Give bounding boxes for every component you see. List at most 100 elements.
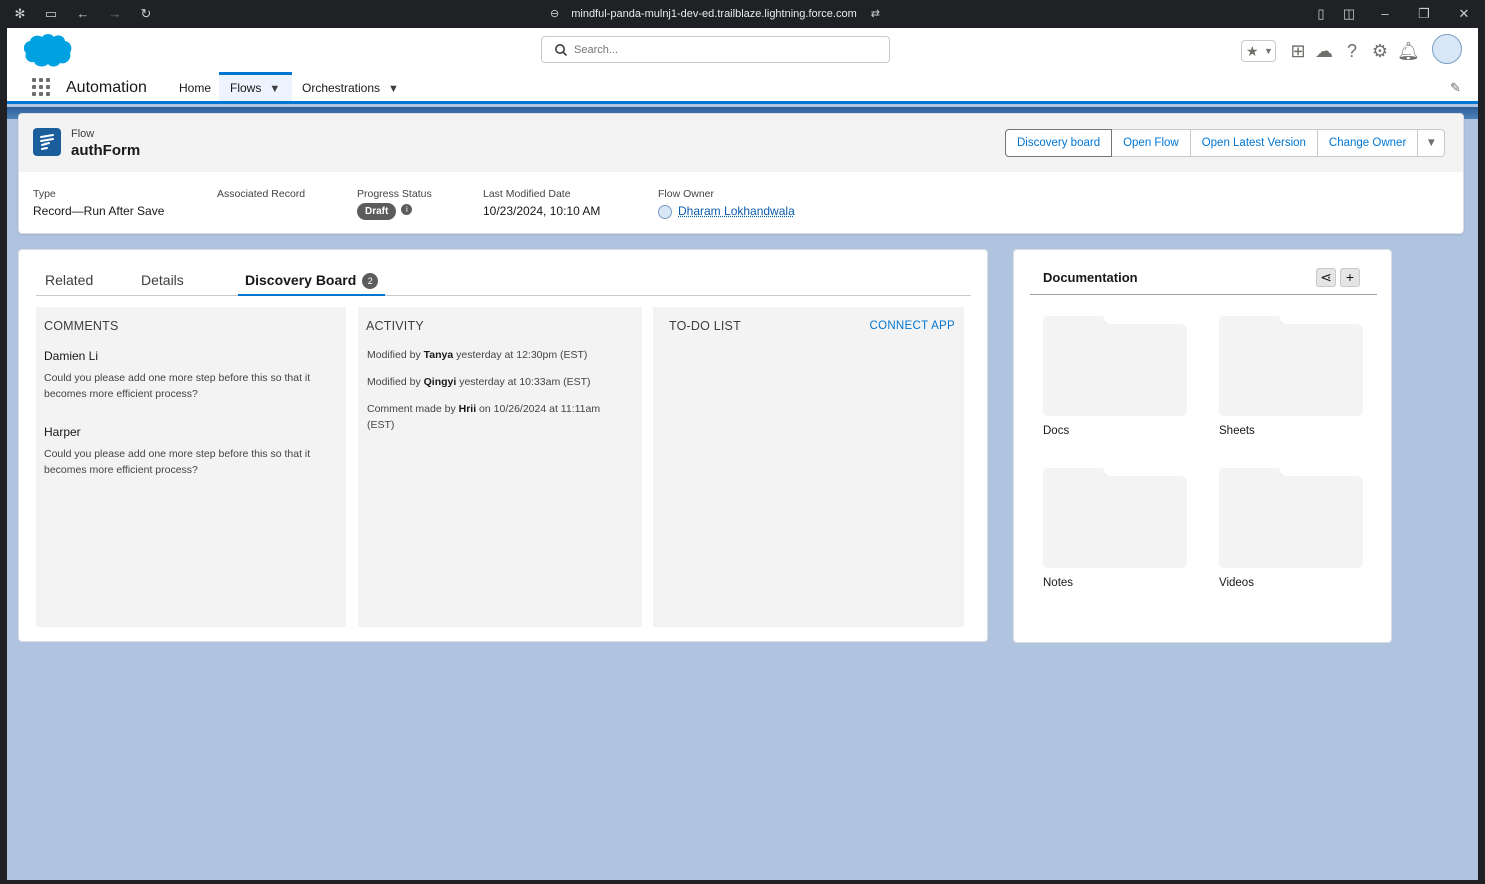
panel-title: ACTIVITY (366, 319, 424, 333)
connect-app-link[interactable]: CONNECT APP (869, 320, 955, 332)
link-icon: ⊖ (550, 8, 560, 20)
star-icon: ★ (1246, 43, 1259, 59)
global-create-icon[interactable]: ⊞ (1287, 40, 1309, 62)
close-icon[interactable]: ✕ (1456, 6, 1472, 22)
comment-text: Could you please add one more step befor… (44, 372, 311, 400)
activity-panel: ACTIVITY Modified by Tanya yesterday at … (358, 307, 642, 627)
panel-title: TO-DO LIST (669, 319, 741, 333)
browser-viewport: ★ ▼ ⊞ ☁ ? ⚙ 🔔︎ Automation Home Flows ▼ Or… (7, 28, 1478, 880)
discovery-board-button[interactable]: Discovery board (1005, 129, 1113, 157)
share-icon[interactable]: ⋖ (1316, 268, 1336, 287)
more-actions-dropdown-icon[interactable]: ▼ (1418, 129, 1446, 157)
tab-details[interactable]: Details (141, 272, 184, 288)
activity-item: Modified by Tanya yesterday at 12:30pm (… (367, 349, 588, 361)
sidebar-toggle-icon[interactable]: ▭ (43, 6, 59, 22)
minimize-icon[interactable]: – (1377, 6, 1393, 22)
field-flow-owner: Flow Owner Dharam Lokhandwala (658, 188, 795, 219)
global-search[interactable] (541, 36, 890, 63)
field-value: Record—Run After Save (33, 204, 165, 218)
field-associated-record: Associated Record (217, 188, 305, 204)
favorites-dropdown-icon[interactable]: ▼ (1264, 46, 1273, 56)
record-title: authForm (71, 142, 141, 159)
field-last-modified: Last Modified Date 10/23/2024, 10:10 AM (483, 188, 600, 218)
help-icon[interactable]: ? (1341, 40, 1363, 62)
documentation-card: Documentation ⋖ + Docs Sheets Notes Vide… (1013, 249, 1392, 643)
tab-discovery-board[interactable]: Discovery Board 2 (238, 272, 386, 296)
app-name: Automation (66, 79, 147, 96)
tab-label: Discovery Board (245, 272, 357, 288)
url-text: mindful-panda-mulnj1-dev-ed.trailblaze.l… (571, 8, 857, 20)
app-launcher-icon[interactable] (32, 78, 52, 98)
count-badge: 2 (362, 273, 379, 289)
setup-gear-icon[interactable]: ⚙ (1369, 40, 1391, 62)
activity-item: Modified by Qingyi yesterday at 10:33am … (367, 376, 591, 388)
record-actions: Discovery board Open Flow Open Latest Ve… (1005, 129, 1446, 157)
address-bar[interactable]: ⊖ mindful-panda-mulnj1-dev-ed.trailblaze.… (550, 7, 880, 20)
favorites-button[interactable]: ★ ▼ (1241, 40, 1276, 62)
maximize-icon[interactable]: ❐ (1416, 6, 1432, 22)
record-tabs-card: Related Details Discovery Board 2 COMMENT… (18, 249, 988, 642)
field-type: Type Record—Run After Save (33, 188, 164, 218)
reload-icon[interactable]: ↻ (138, 6, 154, 22)
folder-label: Sheets (1219, 425, 1255, 437)
record-header: Flow authForm Discovery board Open Flow … (18, 113, 1464, 234)
add-icon[interactable]: + (1340, 268, 1360, 287)
todo-panel: TO-DO LIST CONNECT APP (653, 307, 964, 627)
folder-docs-icon[interactable] (1043, 316, 1187, 416)
edit-nav-pencil-icon[interactable]: ✎ (1450, 80, 1461, 96)
field-label: Type (33, 188, 56, 200)
open-flow-button[interactable]: Open Flow (1112, 129, 1191, 157)
open-latest-version-button[interactable]: Open Latest Version (1190, 129, 1318, 157)
site-settings-icon[interactable]: ⇄ (871, 8, 880, 20)
field-label: Associated Record (217, 188, 306, 200)
search-input[interactable] (574, 41, 874, 59)
browser-menu-icon[interactable]: ✻ (12, 6, 28, 22)
field-label: Flow Owner (658, 188, 715, 200)
back-icon[interactable]: ← (75, 6, 91, 22)
nav-item-orchestrations[interactable]: Orchestrations ▼ (302, 72, 399, 101)
nav-item-label: Flows (230, 81, 262, 95)
global-header: ★ ▼ ⊞ ☁ ? ⚙ 🔔︎ (7, 28, 1478, 72)
divider (1030, 294, 1377, 295)
field-value: 10/23/2024, 10:10 AM (483, 204, 601, 218)
nav-item-label: Orchestrations (302, 81, 381, 95)
tab-related[interactable]: Related (45, 272, 93, 288)
search-icon (555, 44, 568, 57)
comment-text: Could you please add one more step befor… (44, 448, 311, 476)
forward-icon[interactable]: → (107, 6, 123, 22)
owner-link[interactable]: Dharam Lokhandwala (678, 204, 795, 218)
field-label: Progress Status (357, 188, 432, 200)
comment-author: Harper (44, 425, 81, 439)
info-icon[interactable]: i (401, 204, 413, 216)
folder-videos-icon[interactable] (1219, 468, 1363, 568)
nav-item-home[interactable]: Home (179, 72, 211, 101)
comments-panel: COMMENTS Damien Li Could you please add … (36, 307, 346, 627)
record-type: Flow (71, 128, 95, 140)
change-owner-button[interactable]: Change Owner (1317, 129, 1419, 157)
user-avatar[interactable] (1432, 34, 1462, 64)
owner-avatar (658, 204, 672, 219)
trailhead-icon[interactable]: ☁ (1313, 40, 1335, 62)
field-progress-status: Progress Status Draft i (357, 188, 432, 220)
folder-sheets-icon[interactable] (1219, 316, 1363, 416)
salesforce-logo-icon[interactable] (21, 32, 73, 68)
chevron-down-icon[interactable]: ▼ (269, 76, 280, 103)
split-view-icon[interactable]: ◫ (1341, 6, 1357, 22)
nav-item-flows[interactable]: Flows ▼ (219, 72, 292, 101)
documentation-title: Documentation (1043, 270, 1138, 285)
folder-label: Notes (1043, 577, 1074, 589)
extension-icon[interactable]: ▯ (1313, 6, 1329, 22)
app-navigation: Automation Home Flows ▼ Orchestrations ▼ ✎ (7, 72, 1478, 104)
notifications-bell-icon[interactable]: 🔔︎ (1397, 40, 1420, 62)
field-label: Last Modified Date (483, 188, 571, 200)
comment-author: Damien Li (44, 349, 99, 363)
chevron-down-icon[interactable]: ▼ (388, 73, 399, 105)
nav-item-label: Home (179, 81, 212, 95)
folder-label: Docs (1043, 425, 1070, 437)
folder-notes-icon[interactable] (1043, 468, 1187, 568)
folder-label: Videos (1219, 577, 1254, 589)
status-badge: Draft (357, 203, 397, 220)
panel-title: COMMENTS (44, 319, 119, 333)
activity-item: Comment made by Hrii on 10/26/2024 at 11… (367, 403, 601, 431)
tab-bar: Related Details Discovery Board 2 (36, 264, 971, 296)
